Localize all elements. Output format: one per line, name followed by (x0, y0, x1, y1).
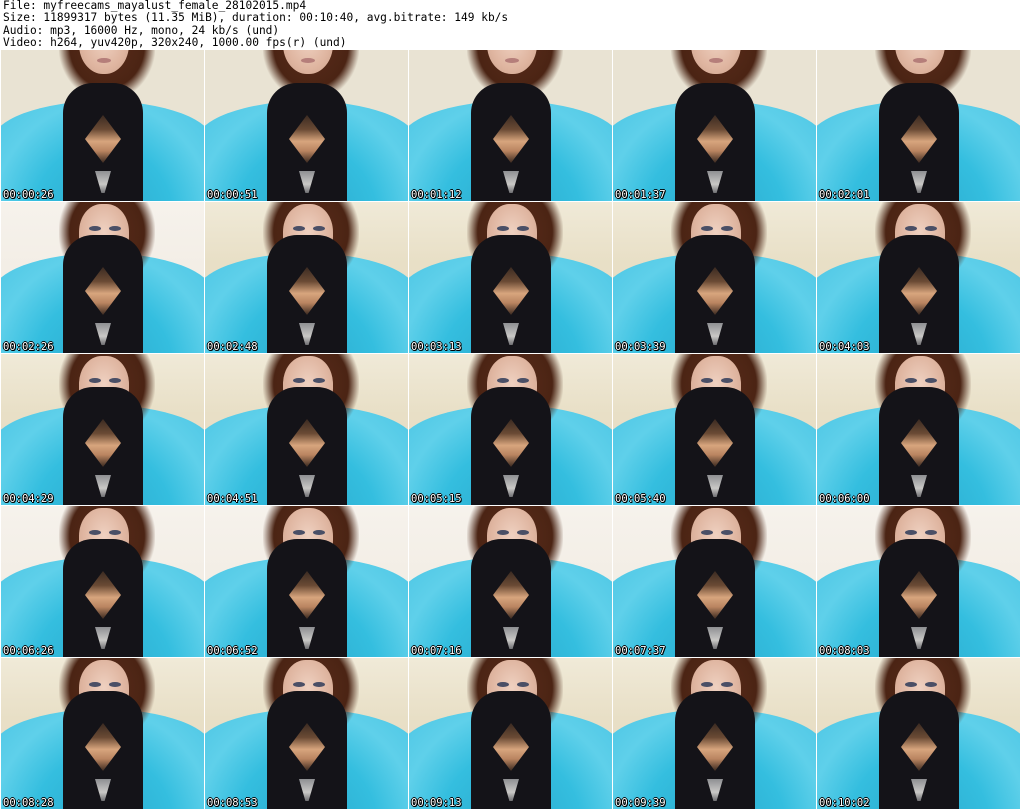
thumbnail-timestamp: 00:05:15 (411, 493, 462, 505)
thumbnail-frame: 00:08:28 (1, 658, 204, 809)
thumbnail-frame: 00:07:37 (613, 506, 816, 657)
thumbnail-frame: 00:02:26 (1, 202, 204, 353)
thumbnail-timestamp: 00:00:51 (207, 189, 258, 201)
thumbnail-timestamp: 00:02:01 (819, 189, 870, 201)
thumbnail-timestamp: 00:09:13 (411, 797, 462, 809)
file-info-header: File: myfreecams_mayalust_female_2810201… (3, 0, 508, 50)
thumbnail-frame: 00:03:13 (409, 202, 612, 353)
thumbnail-timestamp: 00:04:51 (207, 493, 258, 505)
thumbnail-frame: 00:06:52 (205, 506, 408, 657)
thumbnail-timestamp: 00:00:26 (3, 189, 54, 201)
thumbnail-frame: 00:05:40 (613, 354, 816, 505)
thumbnail-timestamp: 00:06:52 (207, 645, 258, 657)
thumbnail-timestamp: 00:01:12 (411, 189, 462, 201)
thumbnail-frame: 00:00:51 (205, 50, 408, 201)
thumbnail-timestamp: 00:03:39 (615, 341, 666, 353)
thumbnail-timestamp: 00:03:13 (411, 341, 462, 353)
thumbnail-frame: 00:04:51 (205, 354, 408, 505)
thumbnail-timestamp: 00:07:16 (411, 645, 462, 657)
thumbnail-frame: 00:08:53 (205, 658, 408, 809)
thumbnail-frame: 00:09:39 (613, 658, 816, 809)
thumbnail-timestamp: 00:04:03 (819, 341, 870, 353)
thumbnail-frame: 00:07:16 (409, 506, 612, 657)
thumbnail-frame: 00:03:39 (613, 202, 816, 353)
thumbnail-frame: 00:08:03 (817, 506, 1020, 657)
thumbnail-timestamp: 00:08:53 (207, 797, 258, 809)
thumbnail-timestamp: 00:06:26 (3, 645, 54, 657)
thumbnail-frame: 00:02:48 (205, 202, 408, 353)
thumbnail-frame: 00:00:26 (1, 50, 204, 201)
thumbnail-frame: 00:02:01 (817, 50, 1020, 201)
thumbnail-frame: 00:04:29 (1, 354, 204, 505)
thumbnail-timestamp: 00:01:37 (615, 189, 666, 201)
thumbnail-timestamp: 00:08:03 (819, 645, 870, 657)
thumbnail-timestamp: 00:08:28 (3, 797, 54, 809)
video-info-line: Video: h264, yuv420p, 320x240, 1000.00 f… (3, 36, 347, 50)
thumbnail-frame: 00:01:37 (613, 50, 816, 201)
thumbnail-frame: 00:09:13 (409, 658, 612, 809)
thumbnail-frame: 00:01:12 (409, 50, 612, 201)
thumbnail-timestamp: 00:06:00 (819, 493, 870, 505)
thumbnail-timestamp: 00:02:48 (207, 341, 258, 353)
thumbnail-frame: 00:10:02 (817, 658, 1020, 809)
thumbnail-grid: 00:00:26 00:00:51 00:01:12 00:01:37 00:0… (1, 50, 1020, 809)
thumbnail-timestamp: 00:04:29 (3, 493, 54, 505)
file-size-line: Size: 11899317 bytes (11.35 MiB), durati… (3, 11, 509, 25)
thumbnail-timestamp: 00:05:40 (615, 493, 666, 505)
thumbnail-frame: 00:06:00 (817, 354, 1020, 505)
thumbnail-timestamp: 00:07:37 (615, 645, 666, 657)
thumbnail-frame: 00:06:26 (1, 506, 204, 657)
thumbnail-timestamp: 00:10:02 (819, 797, 870, 809)
thumbnail-frame: 00:05:15 (409, 354, 612, 505)
thumbnail-timestamp: 00:09:39 (615, 797, 666, 809)
thumbnail-timestamp: 00:02:26 (3, 341, 54, 353)
thumbnail-frame: 00:04:03 (817, 202, 1020, 353)
